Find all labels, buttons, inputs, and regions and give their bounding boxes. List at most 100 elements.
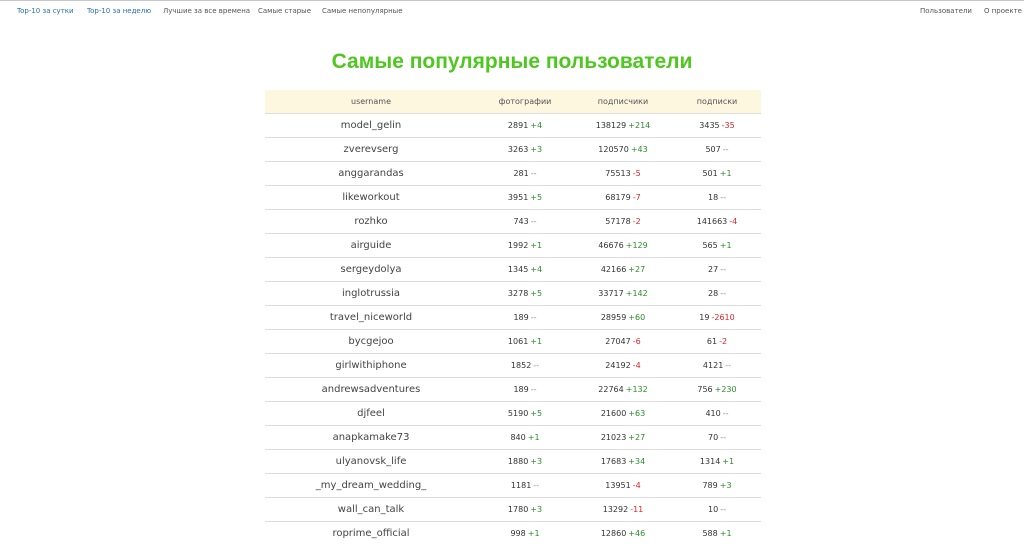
column-header-username[interactable]: username [265,90,477,114]
nav-link-oldest[interactable]: Самые старые [258,7,311,15]
following-value: 70 [708,433,718,442]
followers-cell: 57178-2 [573,210,673,234]
username-cell[interactable]: zverevserg [265,138,477,162]
username-cell[interactable]: andrewsadventures [265,378,477,402]
photos-cell: 743-- [477,210,573,234]
username-cell[interactable]: model_gelin [265,114,477,138]
username-cell[interactable]: airguide [265,234,477,258]
username-cell[interactable]: rozhko [265,210,477,234]
photos-value: 3263 [508,145,528,154]
users-table: username фотографии подписчики подписки … [265,90,761,545]
photos-value: 1852 [511,361,531,370]
nav-link-best-all-time[interactable]: Лучшие за все времена [163,7,250,15]
username-cell[interactable]: wall_can_talk [265,498,477,522]
following-delta: +1 [720,241,732,250]
table-row: zverevserg3263+3120570+43507-- [265,138,761,162]
photos-cell: 2891+4 [477,114,573,138]
followers-cell: 75513-5 [573,162,673,186]
following-cell: 756+230 [673,378,761,402]
username-cell[interactable]: anggarandas [265,162,477,186]
photos-value: 5190 [508,409,528,418]
following-cell: 27-- [673,258,761,282]
photos-cell: 1780+3 [477,498,573,522]
photos-cell: 1852-- [477,354,573,378]
photos-cell: 998+1 [477,522,573,545]
following-value: 789 [702,481,717,490]
table-row: anapkamake73840+121023+2770-- [265,426,761,450]
followers-value: 33717 [598,289,623,298]
table-row: model_gelin2891+4138129+2143435-35 [265,114,761,138]
photos-delta: +5 [530,193,542,202]
followers-cell: 17683+34 [573,450,673,474]
column-header-followers[interactable]: подписчики [573,90,673,114]
nav-link-top10-week[interactable]: Top-10 за неделю [87,7,151,15]
username-cell[interactable]: djfeel [265,402,477,426]
following-delta: -- [725,361,731,370]
username-cell[interactable]: inglotrussia [265,282,477,306]
photos-value: 281 [513,169,528,178]
following-value: 27 [708,265,718,274]
photos-cell: 840+1 [477,426,573,450]
following-cell: 19-2610 [673,306,761,330]
followers-cell: 24192-4 [573,354,673,378]
table-row: rozhko743--57178-2141663-4 [265,210,761,234]
followers-cell: 120570+43 [573,138,673,162]
followers-delta: -6 [633,337,641,346]
username-cell[interactable]: sergeydolya [265,258,477,282]
following-cell: 501+1 [673,162,761,186]
username-cell[interactable]: girlwithiphone [265,354,477,378]
photos-delta: +4 [530,121,542,130]
followers-delta: +43 [631,145,648,154]
nav-link-about[interactable]: О проекте [984,7,1022,15]
followers-cell: 13292-11 [573,498,673,522]
followers-value: 138129 [596,121,627,130]
column-header-photos[interactable]: фотографии [477,90,573,114]
following-value: 61 [707,337,717,346]
followers-delta: -4 [633,481,641,490]
username-cell[interactable]: _my_dream_wedding_ [265,474,477,498]
followers-delta: +27 [628,265,645,274]
username-cell[interactable]: likeworkout [265,186,477,210]
top-navigation: Top-10 за сутки Top-10 за неделю Лучшие … [0,0,1024,22]
following-cell: 1314+1 [673,450,761,474]
followers-value: 21600 [601,409,626,418]
following-cell: 410-- [673,402,761,426]
following-value: 501 [702,169,717,178]
username-cell[interactable]: bycgejoo [265,330,477,354]
photos-value: 1061 [508,337,528,346]
username-cell[interactable]: ulyanovsk_life [265,450,477,474]
username-cell[interactable]: travel_niceworld [265,306,477,330]
photos-delta: -- [533,361,539,370]
followers-value: 13951 [605,481,630,490]
following-value: 1314 [700,457,720,466]
table-row: inglotrussia3278+533717+14228-- [265,282,761,306]
photos-value: 2891 [508,121,528,130]
followers-value: 17683 [601,457,626,466]
following-delta: -- [720,289,726,298]
photos-delta: +1 [528,433,540,442]
nav-link-top10-day[interactable]: Top-10 за сутки [17,7,74,15]
table-row: anggarandas281--75513-5501+1 [265,162,761,186]
followers-cell: 13951-4 [573,474,673,498]
username-cell[interactable]: anapkamake73 [265,426,477,450]
followers-value: 68179 [605,193,630,202]
nav-link-least-popular[interactable]: Самые непопулярные [322,7,403,15]
photos-value: 1880 [508,457,528,466]
photos-delta: +1 [530,337,542,346]
column-header-following[interactable]: подписки [673,90,761,114]
following-value: 18 [708,193,718,202]
following-cell: 789+3 [673,474,761,498]
following-delta: +1 [720,169,732,178]
table-row: ulyanovsk_life1880+317683+341314+1 [265,450,761,474]
followers-delta: +60 [628,313,645,322]
following-delta: +230 [715,385,737,394]
followers-value: 57178 [605,217,630,226]
nav-link-users[interactable]: Пользователи [920,7,972,15]
username-cell[interactable]: roprime_official [265,522,477,545]
photos-delta: -- [533,481,539,490]
table-row: wall_can_talk1780+313292-1110-- [265,498,761,522]
photos-value: 189 [513,313,528,322]
photos-cell: 3951+5 [477,186,573,210]
following-cell: 70-- [673,426,761,450]
following-delta: -- [720,433,726,442]
